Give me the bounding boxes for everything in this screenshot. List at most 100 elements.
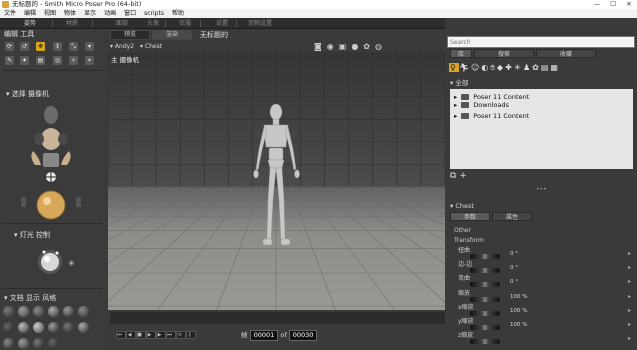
menu-window[interactable]: 窗口	[120, 9, 140, 18]
param-dial[interactable]	[470, 325, 500, 330]
param-value[interactable]: 100 %	[510, 320, 527, 331]
library-search-input[interactable]	[448, 37, 634, 47]
style-flat-shaded-icon[interactable]	[78, 306, 89, 317]
direct-manipulation-icon[interactable]: ⌖	[85, 56, 94, 65]
param-value[interactable]: 0 °	[510, 263, 518, 274]
tab-favorites[interactable]: 收藏	[536, 49, 596, 58]
params-group-other[interactable]: Other	[454, 227, 471, 234]
param-row[interactable]: z缩放 ▸	[458, 331, 633, 345]
add-icon[interactable]: +	[459, 171, 467, 181]
figure-category-icon[interactable]: ♀	[449, 63, 459, 72]
style-preview-icon[interactable]	[78, 322, 89, 333]
tab-parameters[interactable]: 参数	[450, 212, 490, 221]
param-row[interactable]: x缩放 100 % ▸	[458, 303, 633, 317]
clothing-category-icon[interactable]: ✚	[505, 63, 514, 72]
param-dial[interactable]	[470, 268, 500, 274]
param-row[interactable]: 扭曲 0 ° ▸	[458, 246, 633, 259]
param-dial[interactable]	[470, 339, 500, 345]
key-button[interactable]: ⚷	[186, 331, 196, 339]
style-smooth-shaded-icon[interactable]	[33, 322, 44, 333]
frame-total-field[interactable]: 00030	[288, 330, 318, 341]
style-flat-lined-icon[interactable]	[3, 322, 14, 333]
library-category[interactable]: ▾ 全部	[450, 78, 468, 88]
style-lit-wireframe-icon[interactable]	[63, 306, 74, 317]
param-dial[interactable]	[470, 296, 500, 302]
translate-in-out-icon[interactable]: ↕	[53, 42, 62, 51]
prev-frame-button[interactable]: ◀	[126, 331, 136, 339]
tree-item-poser-content[interactable]: ▸ Poser 11 Content	[450, 89, 633, 101]
maximize-button[interactable]: ☐	[605, 0, 621, 9]
first-frame-button[interactable]: ⏮	[116, 331, 126, 339]
param-menu-icon[interactable]: ▸	[628, 262, 631, 273]
tab-preview[interactable]: 预览	[110, 30, 150, 40]
param-row[interactable]: 边-边 0 ° ▸	[458, 260, 633, 274]
camera-category-icon[interactable]: ♟	[523, 63, 532, 72]
tab-search[interactable]: 搜索	[474, 49, 534, 58]
param-dial[interactable]	[470, 282, 500, 288]
taper-tool-icon[interactable]: ▾	[85, 42, 94, 51]
translate-tool-icon[interactable]: ✥	[36, 42, 45, 51]
menu-file[interactable]: 文件	[0, 9, 20, 18]
expression-category-icon[interactable]: ☺	[471, 63, 481, 72]
viewport-icon-strip[interactable]: ◙◉▣●✿◍	[314, 42, 387, 51]
twist-tool-icon[interactable]: ↺	[20, 42, 29, 51]
minimize-button[interactable]: —	[589, 0, 605, 9]
color-tool-icon[interactable]: ✦	[20, 56, 29, 65]
morphing-tool-icon[interactable]: ✧	[69, 56, 78, 65]
menu-object[interactable]: 物体	[60, 9, 80, 18]
last-frame-button[interactable]: ⏭	[166, 331, 176, 339]
menu-edit[interactable]: 编辑	[20, 9, 40, 18]
room-tab-pose[interactable]: 姿势	[10, 20, 50, 28]
param-dial[interactable]	[470, 254, 500, 259]
tab-library[interactable]: 库	[450, 49, 472, 58]
panel-resize-handle[interactable]: •••	[536, 186, 547, 193]
style-document-icon[interactable]	[33, 338, 44, 349]
timeline-strip[interactable]	[110, 312, 445, 324]
param-menu-icon[interactable]: ▸	[628, 248, 631, 259]
frame-current-field[interactable]: 00001	[249, 330, 279, 341]
light-controls[interactable]: ✳	[30, 248, 80, 278]
style-element-icon[interactable]	[3, 338, 14, 349]
camera-controls[interactable]	[15, 101, 95, 221]
tree-item-downloads[interactable]: ▸ Downloads	[450, 100, 633, 111]
prop-category-icon[interactable]: ◆	[497, 63, 505, 72]
param-menu-icon[interactable]: ▸	[628, 333, 631, 344]
param-menu-icon[interactable]: ▸	[628, 276, 631, 287]
room-tab-material[interactable]: 材质	[55, 20, 89, 28]
library-search-box[interactable]	[447, 36, 635, 48]
next-frame-button[interactable]: ▶	[156, 331, 166, 339]
param-row[interactable]: 缩放 100 % ▸	[458, 289, 633, 303]
scene-category-icon[interactable]: ▤	[541, 63, 551, 72]
style-extra-icon[interactable]	[48, 338, 59, 349]
collection-category-icon[interactable]: ▦	[550, 63, 560, 72]
stop-button[interactable]: ■	[136, 331, 146, 339]
chain-break-icon[interactable]: ✎	[5, 56, 14, 65]
scale-tool-icon[interactable]: ⤡	[69, 42, 78, 51]
loop-button[interactable]: ⟲	[176, 331, 186, 339]
view-magnifier-icon[interactable]: ◎	[53, 56, 62, 65]
figure-menu[interactable]: ▾ Andy2	[110, 42, 134, 51]
room-tab-cloth[interactable]: 衣服	[167, 20, 203, 28]
param-menu-icon[interactable]: ▸	[628, 291, 631, 302]
viewport[interactable]: 主 摄像机	[108, 52, 445, 312]
style-outline-icon[interactable]	[18, 306, 29, 317]
menu-view[interactable]: 视图	[40, 9, 60, 18]
param-value[interactable]: 100 %	[510, 306, 527, 317]
menu-scripts[interactable]: scripts	[140, 9, 168, 18]
tree-item-poser-content-2[interactable]: ▸ Poser 11 Content	[450, 111, 633, 122]
pose-category-icon[interactable]: 🏃︎	[459, 63, 471, 72]
tab-render[interactable]: 渲染	[152, 30, 192, 40]
style-silhouette-icon[interactable]	[3, 306, 14, 317]
param-menu-icon[interactable]: ▸	[628, 319, 631, 330]
param-value[interactable]: 100 %	[510, 292, 527, 303]
play-button[interactable]: ▶	[146, 331, 156, 339]
room-tab-setup[interactable]: 设置	[207, 20, 237, 28]
param-dial[interactable]	[470, 310, 500, 316]
grouping-tool-icon[interactable]: ▤	[36, 56, 45, 65]
close-button[interactable]: ✕	[621, 0, 637, 9]
add-folder-icon[interactable]: ⧉	[450, 171, 456, 181]
style-hidden-line-icon[interactable]	[48, 306, 59, 317]
hair-category-icon[interactable]: ◐	[481, 63, 490, 72]
style-texture-shaded-icon[interactable]	[63, 322, 74, 333]
material-category-icon[interactable]: ✿	[532, 63, 541, 72]
